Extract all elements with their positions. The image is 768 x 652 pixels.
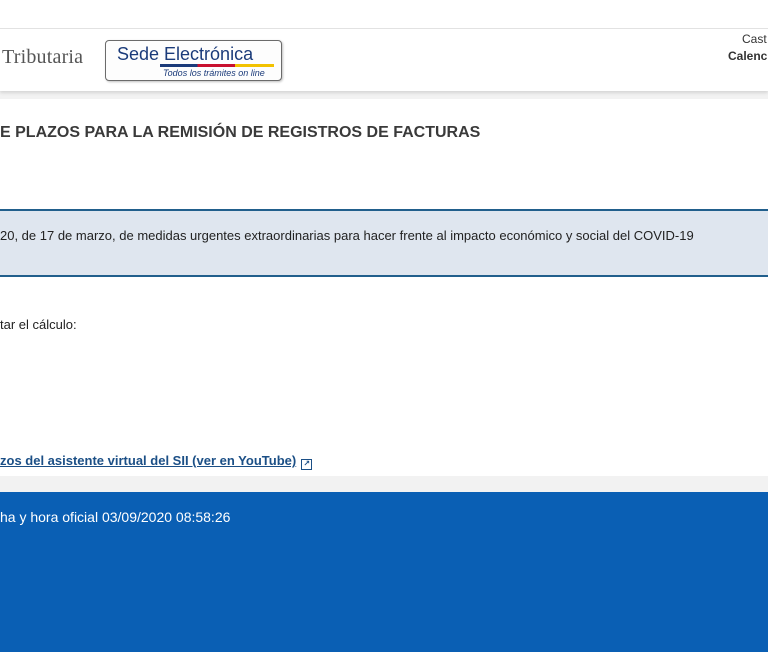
sede-color-bar	[160, 64, 274, 67]
notice-text: 20, de 17 de marzo, de medidas urgentes …	[0, 228, 694, 243]
agency-brand-text: Tributaria	[2, 46, 84, 68]
calculation-text: tar el cálculo:	[0, 317, 77, 332]
main-content: E PLAZOS PARA LA REMISIÓN DE REGISTROS D…	[0, 99, 768, 476]
official-datetime: ha y hora oficial 03/09/2020 08:58:26	[0, 509, 231, 525]
sede-subtitle: Todos los trámites on line	[163, 68, 265, 78]
sede-title: Sede Electrónica	[117, 44, 254, 64]
language-link[interactable]: Cast	[742, 32, 767, 46]
calendar-link[interactable]: Calenc	[728, 49, 767, 63]
page-title: E PLAZOS PARA LA REMISIÓN DE REGISTROS D…	[0, 124, 481, 141]
video-link[interactable]: zos del asistente virtual del SII (ver e…	[0, 453, 313, 470]
site-header: Tributaria Sede Electrónica Todos los tr…	[0, 29, 768, 91]
external-link-icon: ↗	[301, 459, 313, 470]
footer: ha y hora oficial 03/09/2020 08:58:26	[0, 492, 768, 652]
sede-electronica-logo[interactable]: Sede Electrónica Todos los trámites on l…	[105, 40, 282, 81]
top-strip	[0, 0, 768, 29]
video-link-label: zos del asistente virtual del SII (ver e…	[0, 453, 297, 468]
covid-notice-box: 20, de 17 de marzo, de medidas urgentes …	[0, 209, 768, 277]
